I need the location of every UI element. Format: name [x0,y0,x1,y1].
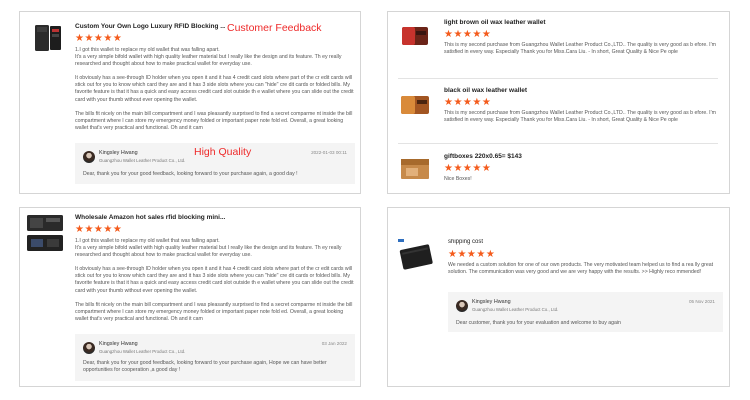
review-text: 1.I got this wallet to replace my old wa… [75,238,355,323]
review-paragraph: The bills fit nicely on the main bill co… [75,110,353,131]
product-thumbnail[interactable] [26,213,64,253]
product-title[interactable]: shipping cost [448,239,648,245]
avatar [83,151,95,163]
reply-text: Dear customer, thank you for your evalua… [456,320,621,326]
product-thumbnail[interactable] [29,23,65,53]
rating-stars: ★★★★★ [75,224,123,235]
product-thumbnail[interactable] [398,87,432,121]
review-card-4: shipping cost ★★★★★ We needed a custom s… [387,207,730,387]
reply-date: 05 Nov 2021 [688,299,715,304]
review-text: We needed a custom solution for one of o… [448,262,714,276]
reply-company: Guangzhou Wallet Leather Product Co., Lt… [99,158,186,163]
review-paragraph: It's a very simple bifold wallet with hi… [75,245,342,259]
product-thumbnail[interactable] [398,19,432,53]
product-title[interactable]: light brown oil wax leather wallet [444,19,644,26]
review-paragraph: The bills fit nicely on the main bill co… [75,301,353,322]
tag-icon [398,239,404,242]
rating-stars: ★★★★★ [444,97,492,108]
review-text: Nice Boxes! [444,176,472,182]
reply-name: Kingsley Hwang [99,341,138,347]
avatar [456,300,468,312]
reply-date: 03 Jan 2022 [321,341,347,346]
reply-name: Kingsley Hwang [99,150,138,156]
reply-company: Guangzhou Wallet Leather Product Co., Lt… [99,349,186,354]
product-thumbnail[interactable] [398,152,432,186]
reply-company: Guangzhou Wallet Leather Product Co., Lt… [472,307,559,312]
product-thumbnail[interactable] [398,238,434,274]
seller-reply: Kingsley Hwang Guangzhou Wallet Leather … [75,334,355,381]
review-card-3: Wholesale Amazon hot sales rfid blocking… [19,207,361,387]
review-paragraph: 1.I got this wallet to replace my old wa… [75,238,220,244]
product-title[interactable]: Custom Your Own Logo Luxury RFID Blockin… [75,23,225,30]
seller-reply: Kingsley Hwang Guangzhou Wallet Leather … [448,292,723,332]
product-title[interactable]: giftboxes 220x0.65= $143 [444,153,644,160]
review-paragraph: It's a very simple bifold wallet with hi… [75,54,342,68]
rating-stars: ★★★★★ [448,249,496,260]
review-paragraph: 1.I got this wallet to replace my old wa… [75,47,220,53]
product-title[interactable]: Wholesale Amazon hot sales rfid blocking… [75,214,255,221]
product-title[interactable]: black oil wax leather wallet [444,87,644,94]
reply-text: Dear, thank you for your good feedback, … [83,360,327,373]
review-card-2: light brown oil wax leather wallet ★★★★★… [387,11,730,194]
high-quality-label: High Quality [194,146,252,158]
review-paragraph: It obviously has a see-through ID holder… [75,266,354,294]
rating-stars: ★★★★★ [75,33,123,44]
reply-text: Dear, thank you for your good feedback, … [83,171,298,177]
rating-stars: ★★★★★ [444,29,492,40]
review-text: This is my second purchase from Guangzho… [444,42,716,56]
review-card-1: Custom Your Own Logo Luxury RFID Blockin… [19,11,361,194]
avatar [83,342,95,354]
reply-name: Kingsley Hwang [472,299,511,305]
reply-date: 2022-01-03 00:11 [311,150,347,155]
customer-feedback-label: Customer Feedback [227,22,322,34]
review-text: This is my second purchase from Guangzho… [444,110,716,124]
review-paragraph: It obviously has a see-through ID holder… [75,75,354,103]
rating-stars: ★★★★★ [444,163,492,174]
review-text: 1.I got this wallet to replace my old wa… [75,47,355,132]
divider [398,143,718,144]
divider [398,78,718,79]
